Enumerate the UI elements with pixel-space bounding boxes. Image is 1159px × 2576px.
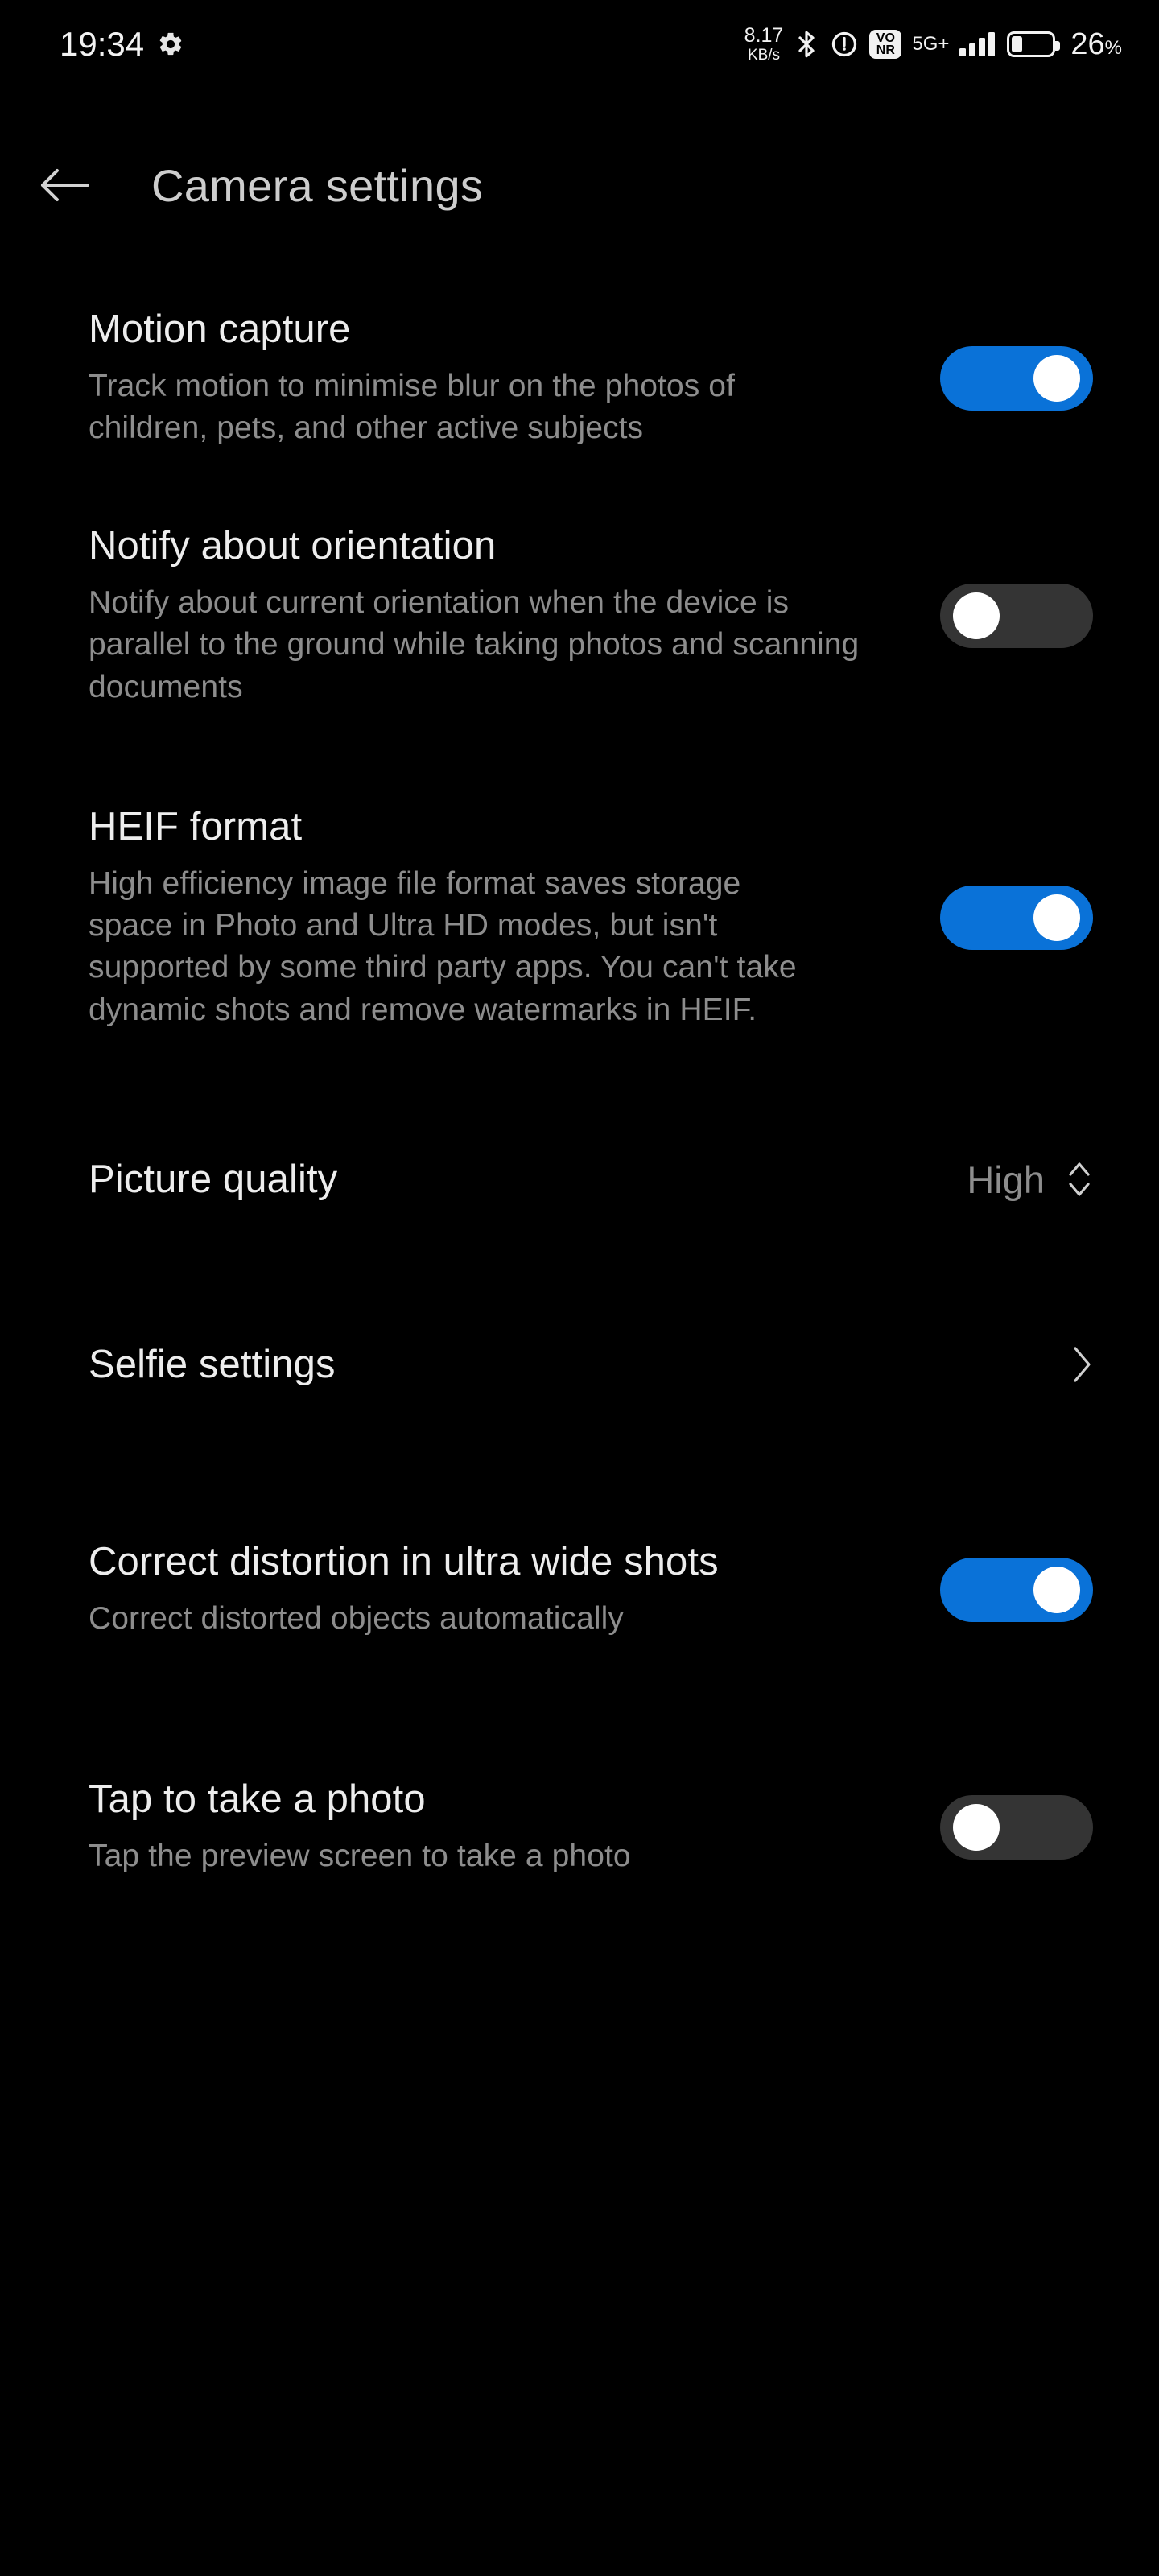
row-text: Picture quality [89,1157,337,1203]
row-title: Tap to take a photo [89,1777,426,1822]
toggle-notify-about-orientation[interactable] [940,584,1093,648]
vonr-line-1: VO [876,31,895,45]
data-saver-icon [830,30,859,59]
picture-quality-value: High [967,1158,1045,1201]
network-type-indicator: 5G+ [912,32,950,55]
settings-list: Motion capture Track motion to minimise … [0,274,1159,1932]
toggle-tap-to-take-a-photo[interactable] [940,1795,1093,1860]
row-control [940,1795,1093,1860]
settings-row-tap-to-take-a-photo[interactable]: Tap to take a photo Tap the preview scre… [0,1723,1159,1932]
status-bar: 19:34 8.17 KB/s VO NR 5G+ 26% [0,0,1159,89]
settings-row-motion-capture[interactable]: Motion capture Track motion to minimise … [0,274,1159,483]
arrow-left-icon [39,167,89,204]
battery-percent: 26% [1070,27,1122,61]
toggle-correct-distortion-ultra-wide[interactable] [940,1558,1093,1622]
settings-row-selfie-settings[interactable]: Selfie settings [0,1272,1159,1457]
row-description: Notify about current orientation when th… [89,585,860,704]
row-control [940,346,1093,411]
row-text: Motion capture Track motion to minimise … [89,307,845,449]
signal-bars-icon [959,32,996,56]
toggle-heif-format[interactable] [940,886,1093,950]
clock: 19:34 [60,25,145,63]
row-control [940,886,1093,950]
bluetooth-icon [794,29,819,60]
row-title: Selfie settings [89,1342,336,1386]
vonr-line-2: NR [876,43,895,57]
row-text: Selfie settings [89,1342,336,1388]
network-speed-unit: KB/s [747,47,781,64]
toggle-knob [953,592,1000,639]
row-text: Notify about orientation Notify about cu… [89,523,861,708]
app-header: Camera settings [0,129,1159,242]
row-text: HEIF format High efficiency image file f… [89,804,813,1031]
row-text: Tap to take a photo Tap the preview scre… [89,1777,631,1877]
chevron-up-down-icon[interactable] [1066,1158,1093,1201]
row-control: High [967,1158,1093,1202]
row-title: HEIF format [89,805,303,849]
network-speed-value: 8.17 [744,24,784,47]
settings-row-correct-distortion-ultra-wide[interactable]: Correct distortion in ultra wide shots C… [0,1457,1159,1723]
row-title: Notify about orientation [89,524,497,568]
page-title: Camera settings [151,159,484,211]
toggle-motion-capture[interactable] [940,346,1093,411]
row-control [940,1558,1093,1622]
row-title: Correct distortion in ultra wide shots [89,1540,719,1584]
toggle-knob [1033,894,1080,941]
status-bar-left: 19:34 [60,25,184,64]
vonr-badge: VO NR [869,30,902,59]
status-bar-right: 8.17 KB/s VO NR 5G+ 26% [744,24,1122,64]
row-text: Correct distortion in ultra wide shots C… [89,1539,719,1640]
back-button[interactable] [16,137,113,233]
network-speed-indicator: 8.17 KB/s [744,24,784,64]
toggle-knob [1033,355,1080,402]
battery-icon [1007,31,1061,57]
network-type-label: 5G+ [912,32,950,55]
toggle-knob [1033,1567,1080,1613]
chevron-right-icon[interactable] [1070,1344,1093,1385]
settings-row-notify-about-orientation[interactable]: Notify about orientation Notify about cu… [0,483,1159,749]
row-control [940,584,1093,648]
row-title: Motion capture [89,308,351,352]
gear-icon [157,31,184,58]
settings-row-picture-quality[interactable]: Picture quality High [0,1087,1159,1272]
row-description: High efficiency image file format saves … [89,865,797,1027]
row-description: Track motion to minimise blur on the pho… [89,369,736,446]
row-title: Picture quality [89,1157,338,1201]
row-description: Tap the preview screen to take a photo [89,1839,631,1874]
row-description: Correct distorted objects automatically [89,1601,625,1637]
row-control [1070,1344,1093,1385]
toggle-knob [953,1804,1000,1851]
settings-row-heif-format[interactable]: HEIF format High efficiency image file f… [0,749,1159,1087]
